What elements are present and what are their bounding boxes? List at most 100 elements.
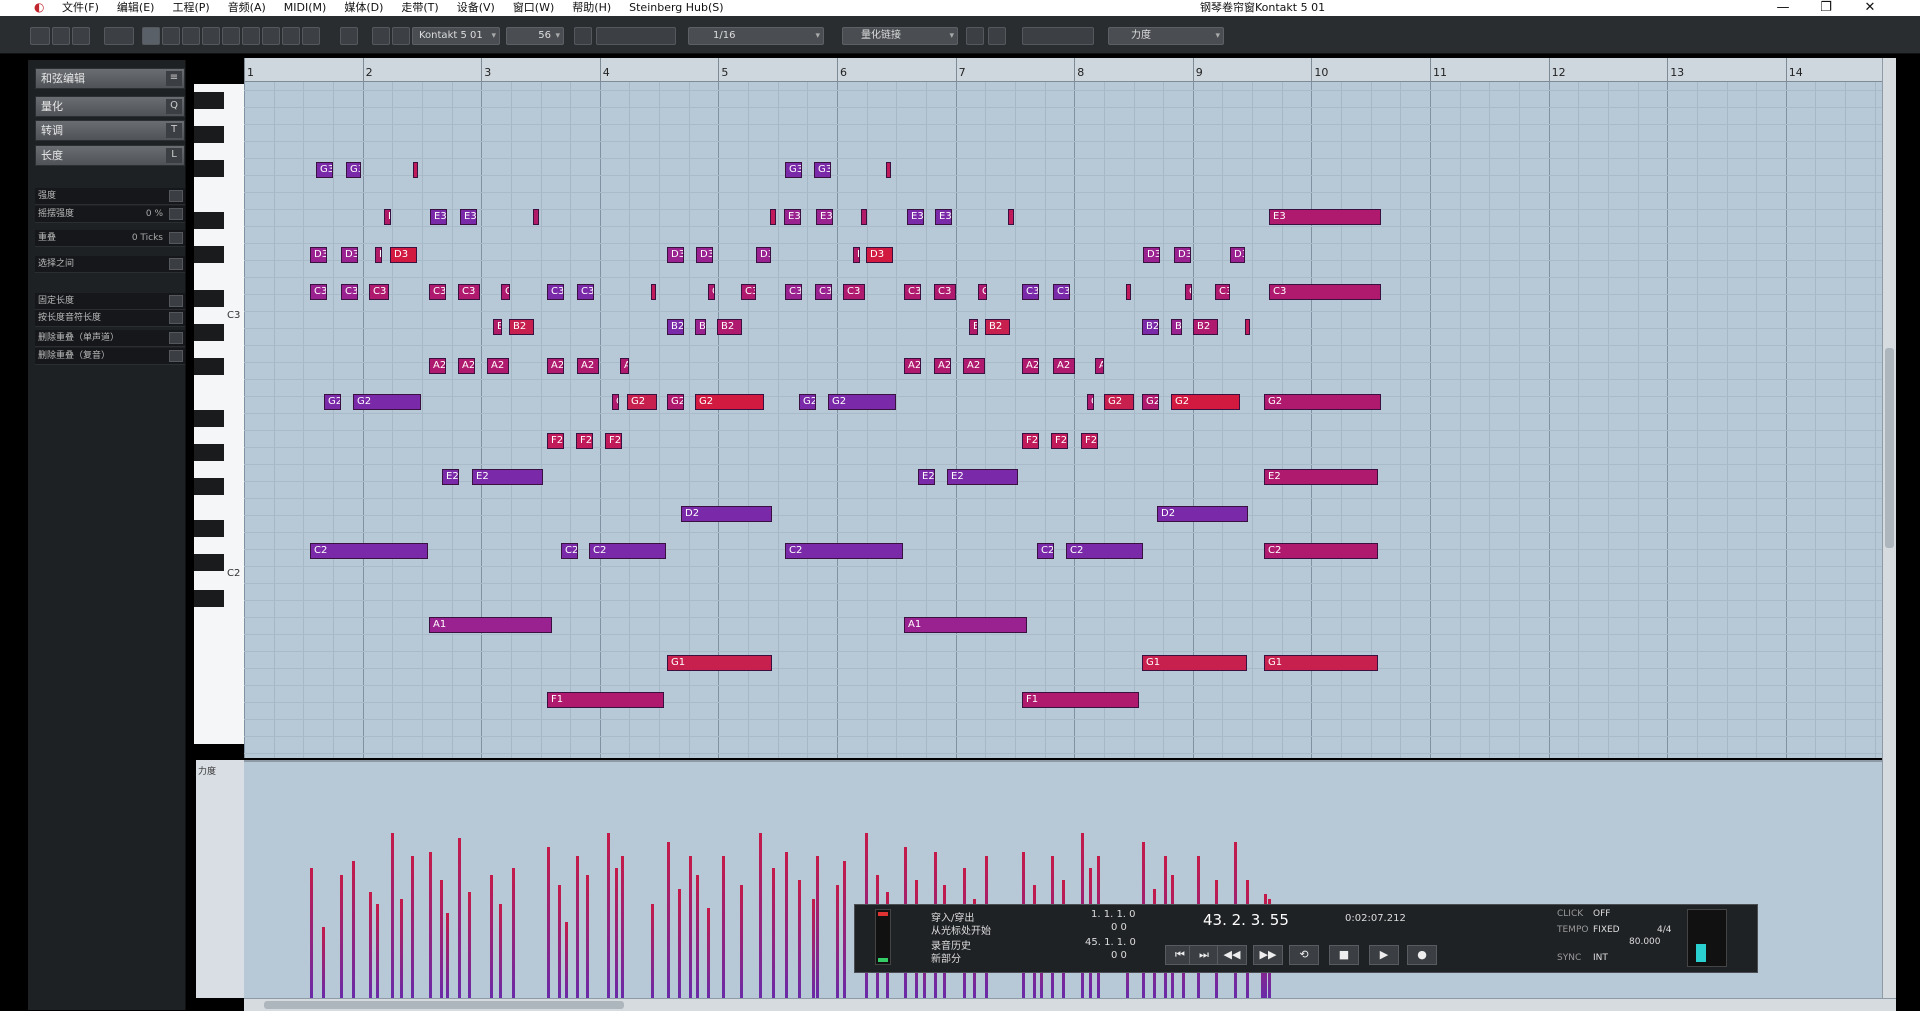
from-start-label[interactable]: 从光标处开始 — [931, 922, 991, 937]
velocity-bar[interactable] — [376, 904, 379, 998]
midi-note[interactable]: F2 — [576, 433, 593, 449]
menu-item[interactable]: 窗口(W) — [513, 1, 554, 15]
black-key[interactable] — [194, 478, 224, 495]
transport-button[interactable]: ⏭ — [1189, 945, 1219, 965]
midi-note[interactable]: A2 — [458, 358, 475, 374]
inspector-row[interactable]: 摇摆强度 0 % — [35, 206, 185, 223]
midi-note[interactable]: G2 — [324, 394, 341, 410]
midi-note[interactable]: C2 — [1264, 543, 1378, 559]
black-key[interactable] — [194, 554, 224, 571]
midi-note[interactable]: C3 — [547, 284, 564, 300]
velocity-bar[interactable] — [615, 868, 618, 998]
bar-ruler[interactable]: 1 2 3 4 5 6 7 8 9 10 11 12 13 14 — [244, 58, 1882, 82]
midi-note[interactable]: C — [708, 284, 715, 300]
menu-item[interactable]: 文件(F) — [62, 1, 99, 15]
trim-tool-icon[interactable] — [202, 27, 220, 45]
horizontal-scroll-thumb[interactable] — [264, 1001, 624, 1009]
midi-note[interactable]: C2 — [785, 543, 903, 559]
color-icon[interactable] — [988, 27, 1006, 45]
horizontal-scrollbar[interactable] — [244, 998, 1896, 1011]
midi-note[interactable]: A2 — [429, 358, 446, 374]
velocity-bar[interactable] — [798, 880, 801, 998]
menu-item[interactable]: 设备(V) — [457, 1, 495, 15]
midi-note[interactable]: C3 — [429, 284, 446, 300]
sync-value[interactable]: INT — [1593, 953, 1608, 963]
menu-item[interactable]: 走带(T) — [401, 1, 438, 15]
velocity-bar[interactable] — [812, 899, 815, 998]
step-input-icon[interactable] — [574, 27, 592, 45]
midi-note[interactable]: E3 — [816, 209, 833, 225]
midi-note[interactable]: C3 — [577, 284, 594, 300]
velocity-bar[interactable] — [411, 856, 414, 998]
midi-note[interactable]: B2 — [717, 319, 742, 335]
midi-note[interactable]: G3 — [316, 162, 333, 178]
midi-note[interactable]: G1 — [1264, 655, 1378, 671]
black-key[interactable] — [194, 160, 224, 177]
midi-note[interactable]: A — [1095, 358, 1104, 374]
midi-note[interactable]: C3 — [1269, 284, 1381, 300]
black-key[interactable] — [194, 126, 224, 143]
midi-note[interactable]: G2 — [627, 394, 657, 410]
midi-note[interactable]: C3 — [934, 284, 956, 300]
inspector-row[interactable]: 删除重叠（单声道） — [35, 330, 185, 347]
midi-note[interactable]: F1 — [547, 692, 664, 708]
inspector-section[interactable]: 长度 L — [35, 145, 185, 166]
vertical-scroll-thumb[interactable] — [1885, 348, 1894, 548]
midi-note[interactable]: E3 — [907, 209, 924, 225]
midi-note[interactable]: E — [861, 209, 867, 225]
midi-note[interactable]: C3 — [310, 284, 327, 300]
midi-note[interactable]: A — [620, 358, 629, 374]
midi-note[interactable]: A2 — [1022, 358, 1039, 374]
velocity-bar[interactable] — [722, 856, 725, 998]
inspector-row-button[interactable] — [169, 258, 183, 270]
midi-note[interactable]: A2 — [577, 358, 599, 374]
transport-button[interactable]: ▶▶ — [1253, 945, 1283, 965]
inspector-row[interactable]: 重叠 0 Ticks — [35, 230, 185, 247]
midi-note[interactable]: D3 — [667, 247, 684, 263]
midi-note[interactable] — [413, 162, 418, 178]
section-expand-icon[interactable]: L — [166, 148, 182, 163]
velocity-bar[interactable] — [843, 861, 846, 998]
velocity-bar[interactable] — [651, 904, 654, 998]
midi-note[interactable]: D3 — [310, 247, 327, 263]
velocity-bar[interactable] — [369, 892, 372, 998]
midi-note[interactable]: C — [1087, 394, 1094, 410]
midi-note[interactable] — [1126, 284, 1131, 300]
midi-note[interactable]: C3 — [369, 284, 389, 300]
midi-note[interactable]: C3 — [741, 284, 756, 300]
note-length-icon[interactable] — [1022, 27, 1094, 45]
glue-tool-icon[interactable] — [242, 27, 260, 45]
midi-note[interactable]: D3 — [696, 247, 713, 263]
midi-note[interactable]: C3 — [341, 284, 358, 300]
insert-velocity-select[interactable]: 力度 — [1108, 27, 1224, 45]
toolbar-toggle-icon[interactable] — [30, 27, 50, 45]
velocity-bar[interactable] — [667, 842, 670, 998]
tempo-value[interactable]: 80.000 — [1629, 937, 1661, 947]
right-locator[interactable]: 45. 1. 1. 0 — [1085, 937, 1136, 948]
black-key[interactable] — [194, 290, 224, 307]
black-key[interactable] — [194, 212, 224, 229]
inspector-section[interactable]: 转调 T — [35, 120, 185, 141]
solo-icon[interactable] — [52, 27, 70, 45]
midi-note[interactable]: E3 — [460, 209, 477, 225]
midi-note[interactable]: E3 — [784, 209, 801, 225]
black-key[interactable] — [194, 358, 224, 375]
line-tool-icon[interactable] — [302, 27, 320, 45]
midi-note[interactable]: C2 — [1066, 543, 1143, 559]
midi-note[interactable]: G1 — [1142, 655, 1247, 671]
velocity-bar[interactable] — [816, 856, 819, 998]
midi-note[interactable]: E2 — [472, 469, 543, 485]
midi-note[interactable]: E2 — [442, 469, 459, 485]
midi-note[interactable] — [651, 284, 656, 300]
velocity-bar[interactable] — [310, 868, 313, 998]
velocity-bar[interactable] — [621, 856, 624, 998]
midi-note[interactable]: A2 — [1053, 358, 1075, 374]
chord-icon[interactable] — [966, 27, 984, 45]
midi-note[interactable]: G2 — [1264, 394, 1381, 410]
midi-note[interactable]: C2 — [561, 543, 578, 559]
black-key[interactable] — [194, 92, 224, 109]
velocity-bar[interactable] — [400, 899, 403, 998]
feedback-icon[interactable] — [72, 27, 90, 45]
section-expand-icon[interactable]: T — [166, 123, 182, 138]
midi-note[interactable]: G2 — [828, 394, 896, 410]
